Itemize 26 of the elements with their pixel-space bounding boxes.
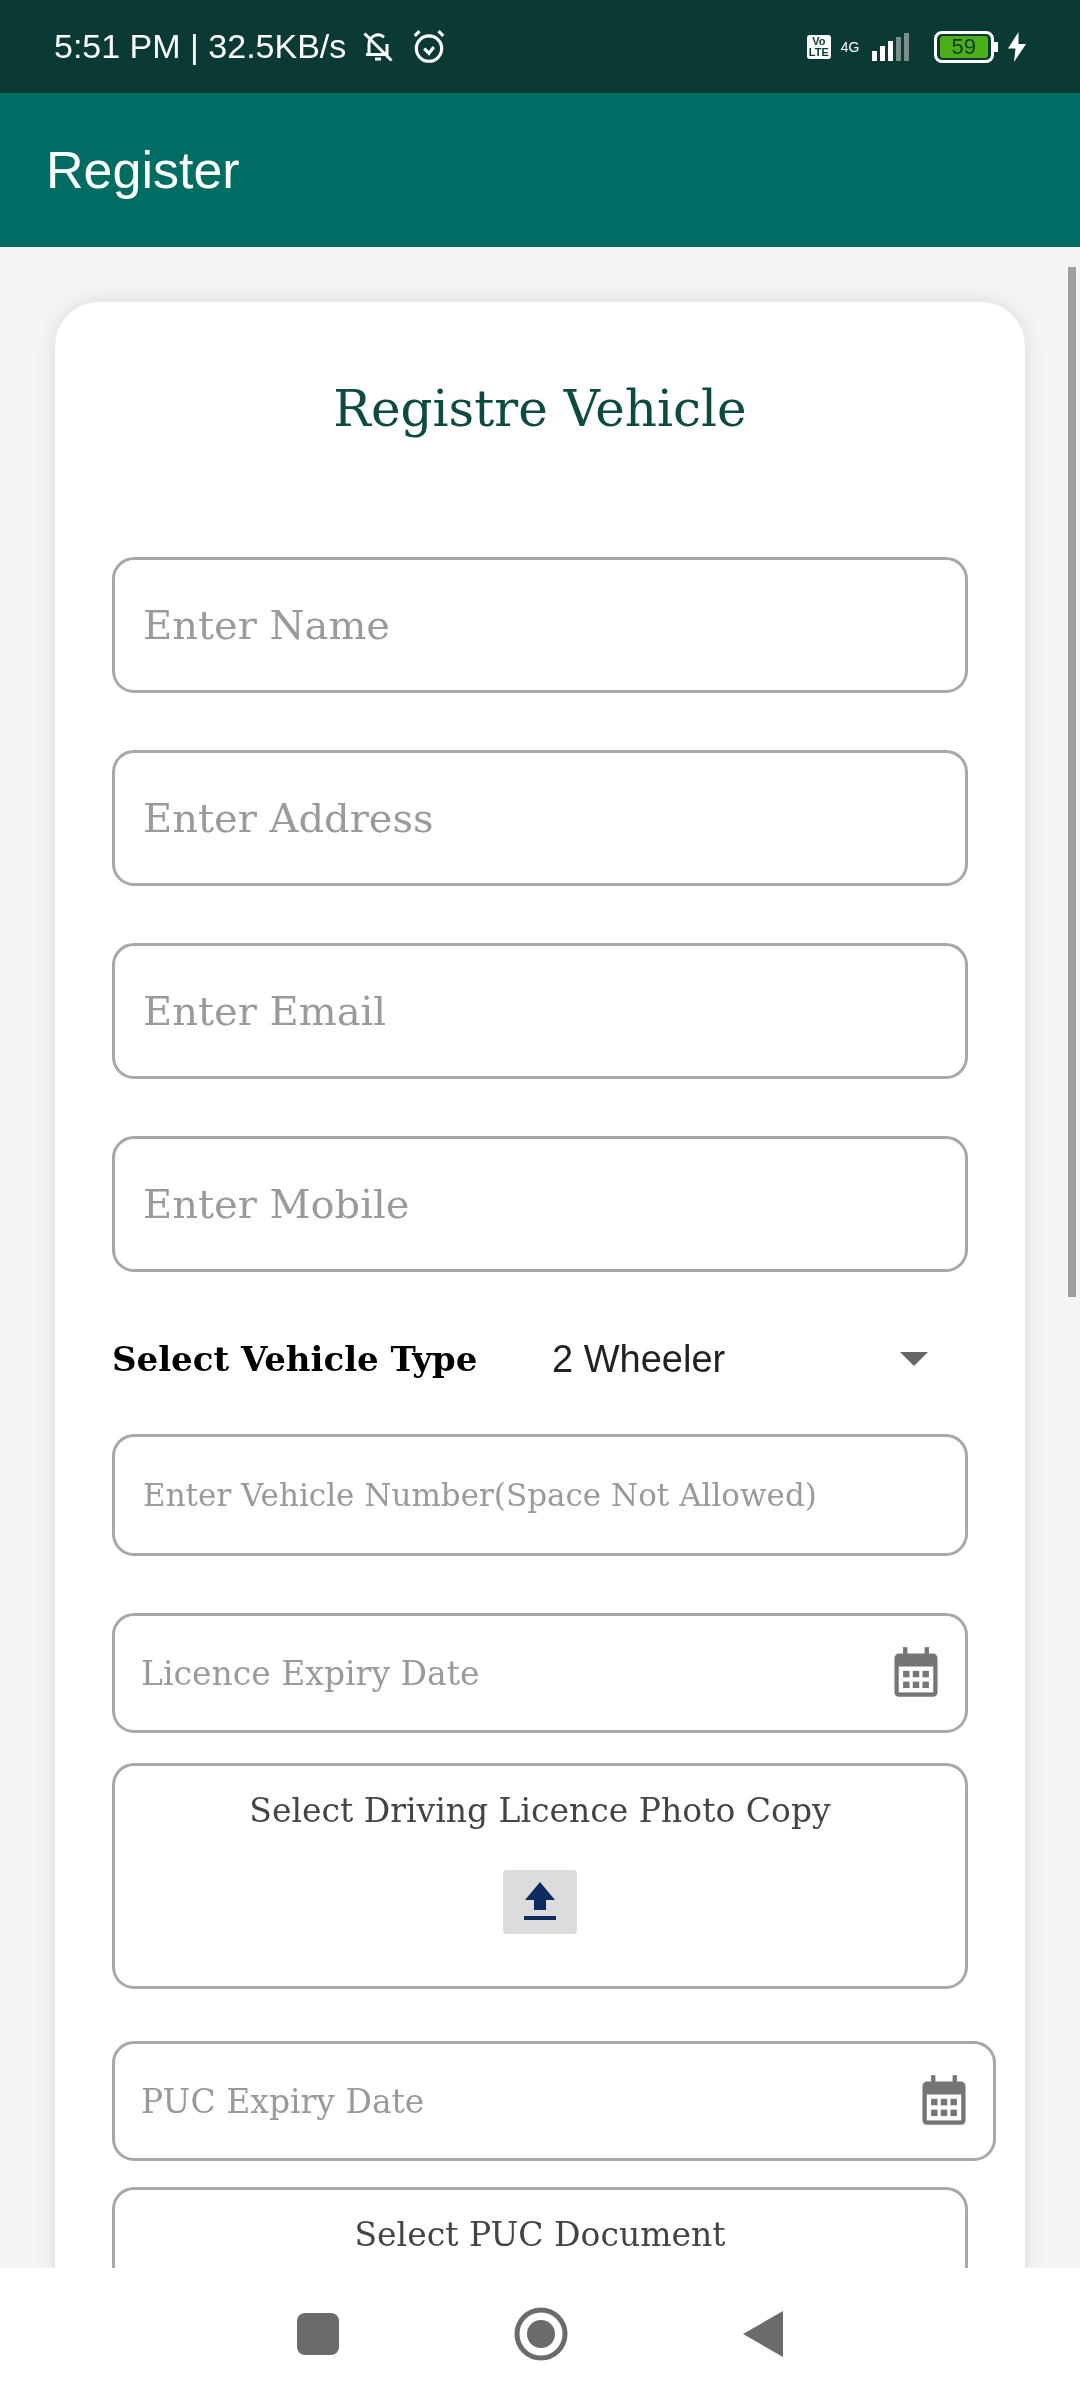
dropdown-arrow-icon [900,1352,928,1366]
input-field[interactable]: Enter Name [112,557,968,693]
upload-label: Select Driving Licence Photo Copy [249,1790,831,1832]
back-button[interactable] [743,2311,783,2357]
field-label: Select Vehicle Type [112,1337,479,1381]
network-type: 4G [840,39,860,54]
screen-title: Register [46,140,240,201]
volte-text: Vo [812,35,826,47]
vehicle-type-dropdown[interactable]: 2 Wheeler [552,1330,968,1388]
volte-text: LTE [808,46,829,58]
upload-label: Select PUC Document [354,2214,726,2256]
input-field[interactable]: Enter Email [112,943,968,1079]
status-time: 5:51 PM | 32.5KB/s [54,26,347,67]
input-field[interactable]: Enter Mobile [112,1136,968,1272]
signal-icon [869,32,910,61]
upload-icon[interactable] [503,1869,577,1934]
charging-icon [1008,31,1026,62]
input-field[interactable]: Enter Address [112,750,968,886]
date-field[interactable]: Licence Expiry Date [112,1613,968,1733]
input-field[interactable]: Enter Vehicle Number(Space Not Allowed) [112,1434,968,1556]
battery-level: 59 [939,35,988,58]
home-button[interactable] [513,2306,569,2362]
upload-box[interactable]: Select Driving Licence Photo Copy [112,1763,968,1989]
date-field[interactable]: PUC Expiry Date [112,2041,996,2161]
form-title: Registre Vehicle [332,379,748,440]
recents-button[interactable] [297,2313,339,2355]
